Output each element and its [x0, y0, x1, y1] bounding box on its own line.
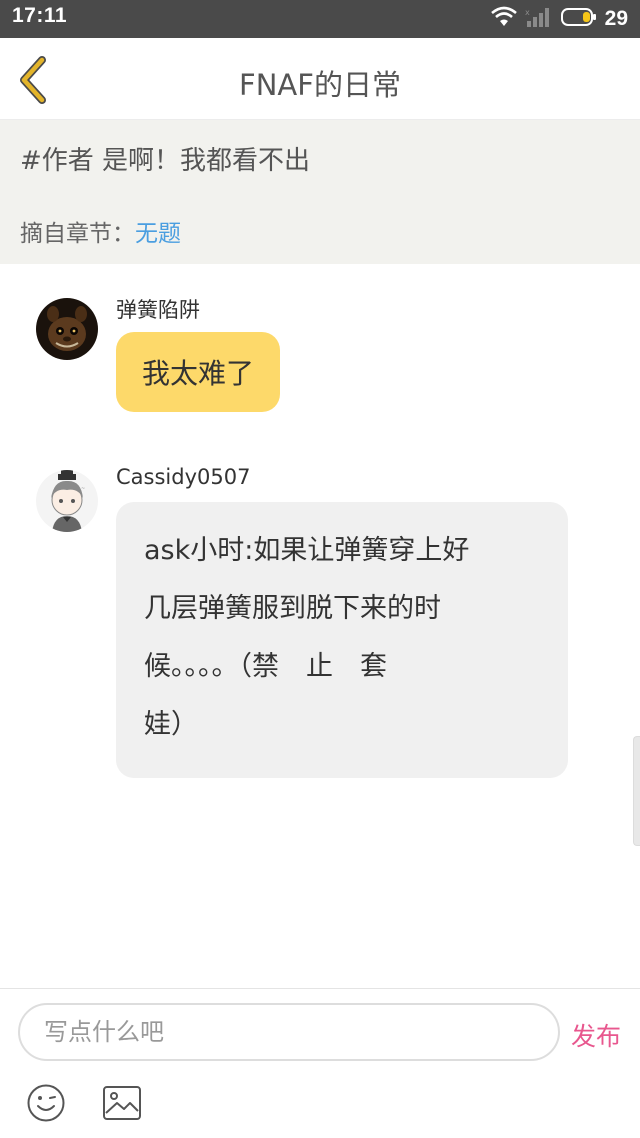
message-text-line: 娃）: [144, 709, 198, 740]
svg-text:~: ~: [81, 486, 85, 492]
svg-text:x: x: [525, 8, 530, 17]
chapter-row: 摘自章节：无题: [20, 214, 181, 248]
image-button[interactable]: [102, 1085, 142, 1121]
status-time: 17:11: [12, 4, 68, 27]
chapter-label: 摘自章节：: [20, 221, 135, 247]
battery-icon: [560, 7, 597, 31]
image-icon: [103, 1086, 141, 1120]
message-bubble: 我太难了: [116, 332, 281, 412]
avatar[interactable]: ~: [36, 470, 98, 532]
avatar[interactable]: [36, 298, 98, 360]
status-icons: x 29: [490, 5, 628, 33]
springtrap-avatar: [36, 298, 98, 360]
chapter-link[interactable]: 无题: [135, 221, 181, 247]
app-header: FNAF的日常: [0, 38, 640, 120]
sender-name[interactable]: 弹簧陷阱: [116, 294, 200, 324]
publish-button[interactable]: 发布: [571, 1017, 621, 1053]
message-text-line: 候。。。。（禁 止 套: [144, 651, 387, 682]
battery-percent: 29: [604, 7, 628, 30]
sender-name[interactable]: Cassidy0507: [116, 465, 250, 489]
anime-character-avatar: ~: [36, 470, 98, 532]
quote-text: #作者 是啊！我都看不出: [20, 146, 311, 176]
emoji-button[interactable]: [26, 1083, 66, 1123]
signal-icon: x: [525, 6, 553, 32]
message-text-line: ask小时:如果让弹簧穿上好: [144, 535, 470, 566]
comment-composer: 发布: [0, 988, 640, 1138]
comment-input[interactable]: [18, 1003, 560, 1061]
emoji-icon: [27, 1084, 65, 1122]
message-text: 我太难了: [142, 357, 255, 390]
page-title: FNAF的日常: [239, 68, 401, 102]
wifi-icon: [490, 6, 517, 32]
quote-block: #作者 是啊！我都看不出 摘自章节：无题: [0, 120, 640, 264]
message-bubble: ask小时:如果让弹簧穿上好 几层弹簧服到脱下来的时 候。。。。（禁 止 套 娃…: [116, 502, 568, 778]
status-bar: 17:11 x 29: [0, 0, 640, 38]
scroll-handle[interactable]: [633, 736, 640, 846]
message-text-line: 几层弹簧服到脱下来的时: [144, 593, 441, 624]
